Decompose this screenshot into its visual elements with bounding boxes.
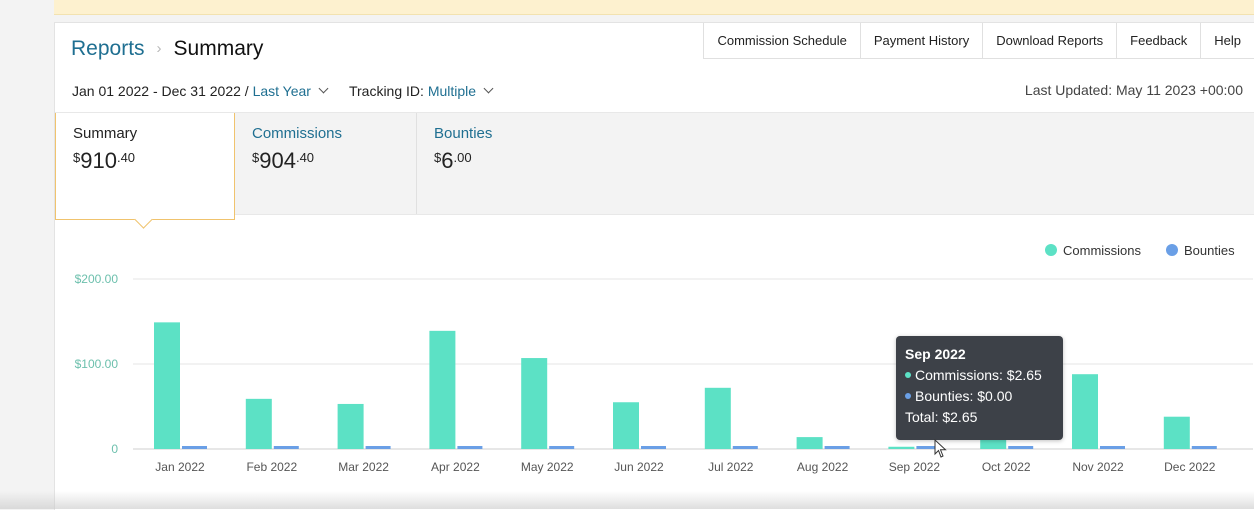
commissions-dot-icon xyxy=(905,372,911,378)
tooltip-total: Total: $2.65 xyxy=(905,409,978,425)
legend-commissions: Commissions xyxy=(1063,243,1142,258)
bounties-bar xyxy=(182,446,207,449)
bounties-bar xyxy=(549,446,575,449)
x-tick-label: Nov 2022 xyxy=(1072,460,1124,474)
chart-tooltip: Sep 2022 Commissions: $2.65 Bounties: $0… xyxy=(896,336,1063,440)
commissions-bar xyxy=(888,446,915,449)
commissions-bar xyxy=(1163,416,1190,449)
bounties-bar xyxy=(1100,446,1125,449)
bounties-dot-icon xyxy=(905,393,911,399)
commissions-bar xyxy=(704,387,731,449)
bounties-bar xyxy=(365,446,391,449)
commissions-bar xyxy=(796,437,823,449)
x-tick-label: Apr 2022 xyxy=(431,460,480,474)
commissions-bar xyxy=(521,358,548,449)
reports-panel: Reports › Summary Commission Schedule Paym… xyxy=(54,22,1254,510)
bounties-bar xyxy=(1008,446,1034,449)
tooltip-title: Sep 2022 xyxy=(905,346,966,362)
legend-commissions-dot-icon xyxy=(1045,244,1057,256)
x-tick-label: Mar 2022 xyxy=(338,460,389,474)
x-tick-label: Jul 2022 xyxy=(708,460,754,474)
x-tick-label: Jan 2022 xyxy=(155,460,205,474)
y-tick-label: $100.00 xyxy=(75,357,119,371)
tab-summary-label: Summary xyxy=(73,125,138,142)
bounties-bar xyxy=(641,446,666,449)
tooltip-commissions: Commissions: $2.65 xyxy=(915,367,1042,383)
bottom-shadow xyxy=(0,491,1254,509)
commissions-bar xyxy=(613,402,639,449)
commissions-bar xyxy=(1072,374,1098,449)
bounties-bar xyxy=(732,446,758,449)
legend-bounties-dot-icon xyxy=(1166,244,1178,256)
y-tick-label: 0 xyxy=(111,442,118,456)
tab-summary[interactable]: Summary $910.40 xyxy=(55,113,235,220)
mouse-pointer-icon xyxy=(934,439,947,458)
legend-bounties: Bounties xyxy=(1184,243,1235,258)
tooltip-bounties: Bounties: $0.00 xyxy=(915,388,1013,404)
summary-amount: $910.40 xyxy=(73,148,136,173)
commissions-bar xyxy=(154,322,180,449)
commissions-bar xyxy=(429,330,456,449)
x-tick-label: Feb 2022 xyxy=(246,460,297,474)
y-tick-label: $200.00 xyxy=(75,272,119,286)
x-tick-label: Jun 2022 xyxy=(614,460,664,474)
notification-banner xyxy=(54,0,1254,15)
commissions-bar xyxy=(337,403,364,449)
x-tick-label: Dec 2022 xyxy=(1164,460,1216,474)
x-tick-label: Aug 2022 xyxy=(797,460,849,474)
commissions-bar xyxy=(245,398,272,449)
x-tick-label: Sep 2022 xyxy=(889,460,941,474)
commissions-bar xyxy=(980,438,1007,449)
bounties-bar xyxy=(457,446,483,449)
x-tick-label: May 2022 xyxy=(521,460,574,474)
earnings-bar-chart: 0 $100.00 $200.00 Jan 2022 Feb 2022 Mar 2022 A… xyxy=(75,243,1253,474)
x-tick-label: Oct 2022 xyxy=(982,460,1031,474)
bounties-bar xyxy=(273,446,299,449)
bounties-bar xyxy=(1191,446,1217,449)
bounties-bar xyxy=(824,446,850,449)
